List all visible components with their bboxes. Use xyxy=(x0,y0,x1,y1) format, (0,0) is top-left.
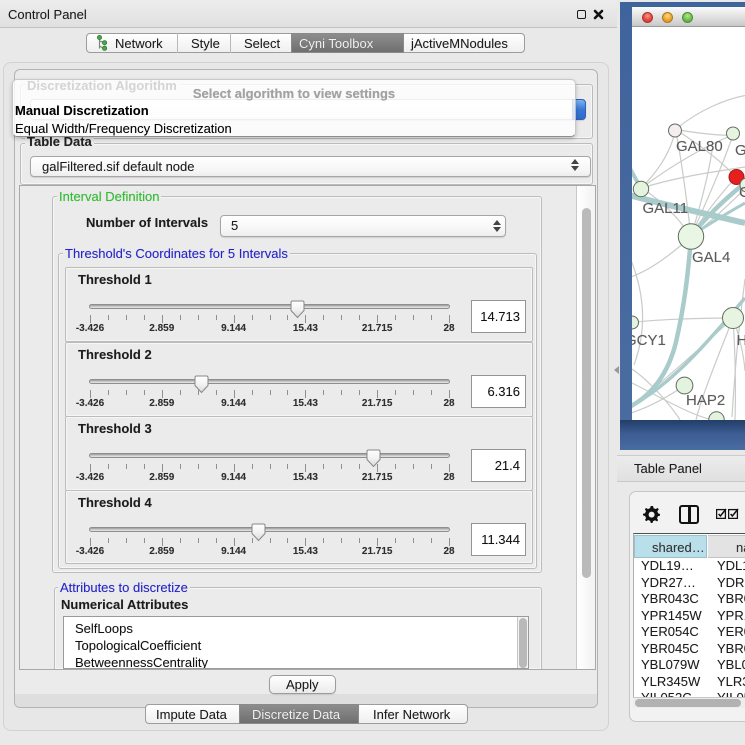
svg-text:GCY1: GCY1 xyxy=(632,332,666,349)
svg-text:GAL4: GAL4 xyxy=(692,249,730,266)
svg-text:H: H xyxy=(737,332,745,349)
svg-text:HAP2: HAP2 xyxy=(686,392,725,409)
svg-text:GAL80: GAL80 xyxy=(676,138,723,155)
svg-text:GAL11: GAL11 xyxy=(643,200,689,217)
svg-text:G: G xyxy=(735,142,745,159)
svg-text:C: C xyxy=(739,184,745,201)
